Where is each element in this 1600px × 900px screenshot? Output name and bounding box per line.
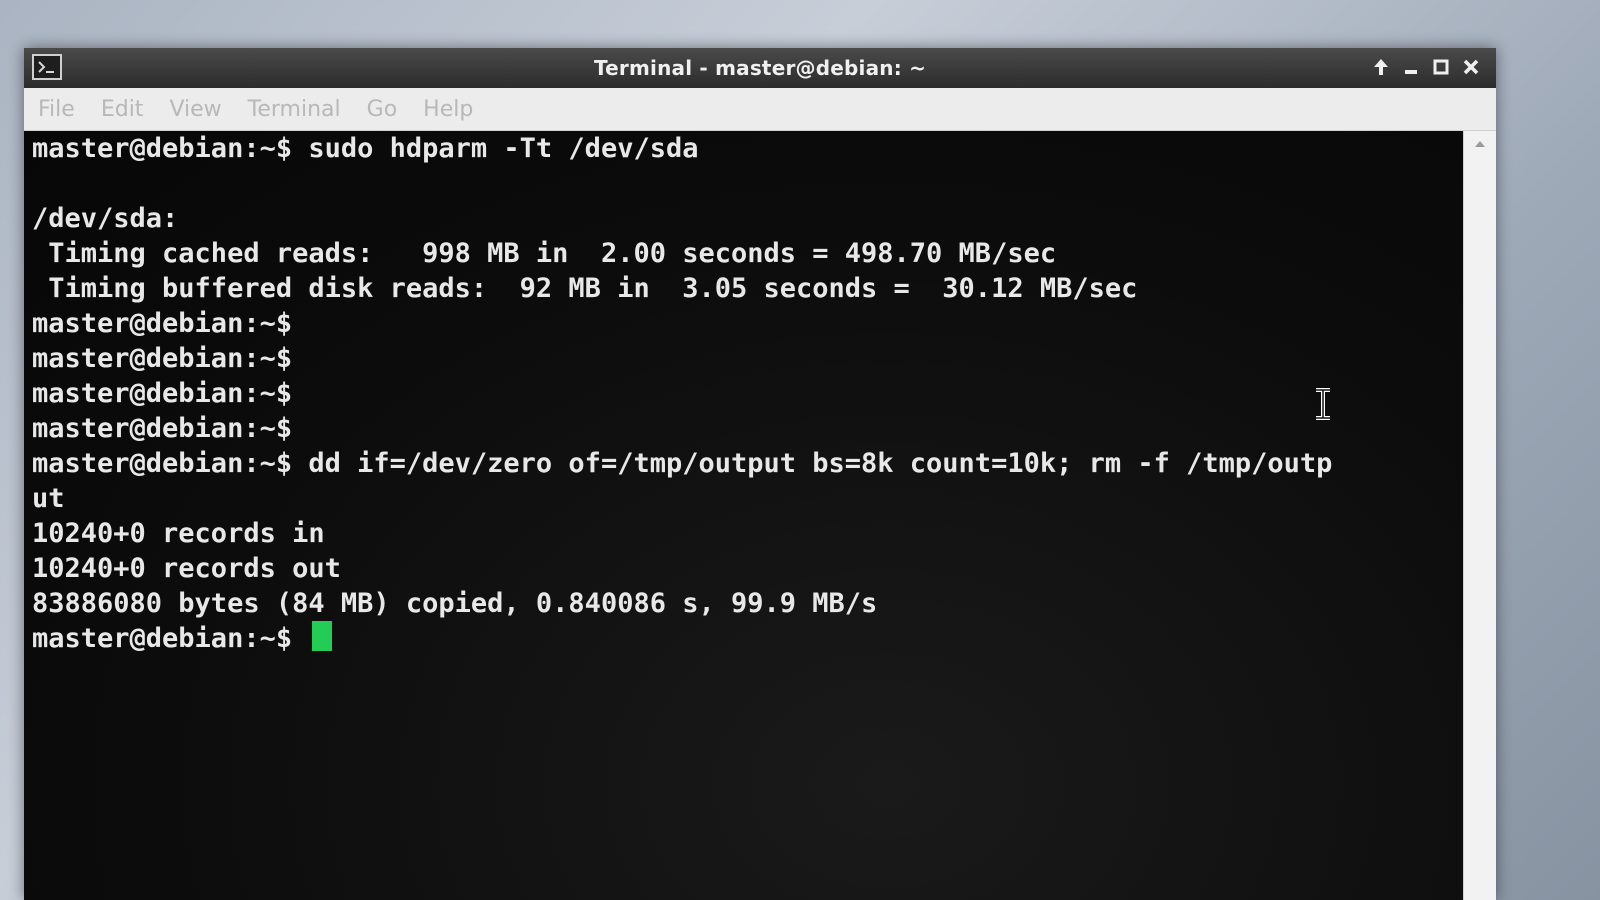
terminal-line: master@debian:~$ [32,378,293,409]
terminal-line: ut [32,483,65,514]
terminal-window: Terminal - master@debian: ~ File Edit Vi… [24,48,1496,900]
terminal-output[interactable]: master@debian:~$ sudo hdparm -Tt /dev/sd… [24,131,1464,900]
menu-help[interactable]: Help [423,97,473,122]
menu-terminal[interactable]: Terminal [248,97,341,122]
prompt: master@debian:~$ [32,623,309,654]
terminal-line: master@debian:~$ [32,308,293,339]
window-title: Terminal - master@debian: ~ [593,56,927,80]
terminal-line: Timing buffered disk reads: 92 MB in 3.0… [32,273,1138,304]
window-controls [1370,56,1482,78]
terminal-line: /dev/sda: [32,203,179,234]
title-bar[interactable]: Terminal - master@debian: ~ [24,48,1496,88]
minimize-icon[interactable] [1400,56,1422,78]
text-cursor-icon [1314,388,1332,424]
terminal-line: 10240+0 records out [32,553,341,584]
menu-file[interactable]: File [38,97,75,122]
scrollbar[interactable] [1463,131,1496,900]
terminal-line: Timing cached reads: 998 MB in 2.00 seco… [32,238,1057,269]
text-cursor [312,621,333,651]
maximize-icon[interactable] [1430,56,1452,78]
terminal-line: master@debian:~$ [32,343,293,374]
menu-edit[interactable]: Edit [101,97,144,122]
terminal-line: 10240+0 records in [32,518,325,549]
close-icon[interactable] [1460,56,1482,78]
terminal-line: master@debian:~$ dd if=/dev/zero of=/tmp… [32,448,1333,479]
menu-go[interactable]: Go [367,97,398,122]
terminal-line: master@debian:~$ sudo hdparm -Tt /dev/sd… [32,133,699,164]
terminal-line: master@debian:~$ [32,413,293,444]
menu-view[interactable]: View [169,97,221,122]
terminal-line: 83886080 bytes (84 MB) copied, 0.840086 … [32,588,878,619]
prompt-line[interactable]: master@debian:~$ [32,621,1464,656]
scroll-up-icon[interactable] [1464,135,1496,153]
up-arrow-icon[interactable] [1370,56,1392,78]
menu-bar: File Edit View Terminal Go Help [24,88,1496,131]
